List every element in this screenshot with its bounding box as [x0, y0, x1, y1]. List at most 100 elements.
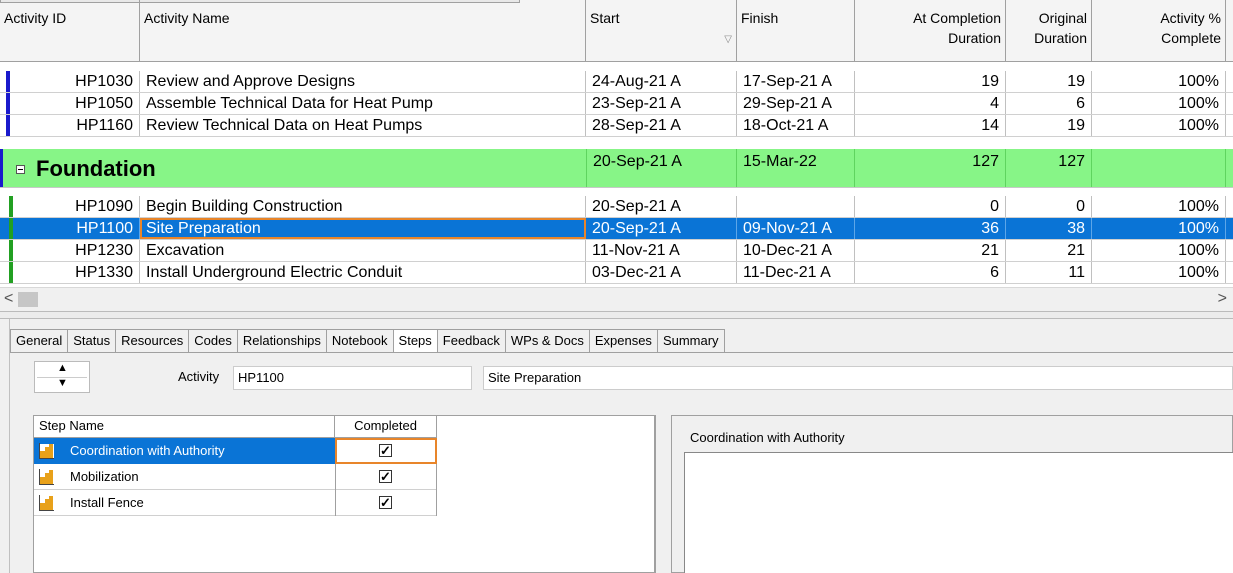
- col-label: Duration: [1034, 30, 1087, 46]
- col-label: Activity ID: [4, 10, 67, 26]
- step-name-cell[interactable]: Mobilization: [34, 464, 335, 490]
- activity-id-cell: HP1160: [14, 115, 140, 136]
- table-row[interactable]: HP1090 Begin Building Construction 20-Se…: [0, 196, 1233, 218]
- at-completion-cell: 4: [855, 93, 1006, 114]
- tab-divider: [10, 352, 1233, 353]
- completed-checkbox[interactable]: ✓: [379, 496, 392, 509]
- horizontal-scrollbar[interactable]: < >: [0, 287, 1233, 311]
- completed-cell[interactable]: ✓: [335, 438, 437, 464]
- tab-summary[interactable]: Summary: [657, 329, 725, 353]
- col-header-activity-name[interactable]: Activity Name: [140, 0, 586, 62]
- tab-wps-docs[interactable]: WPs & Docs: [505, 329, 590, 353]
- start-cell: 24-Aug-21 A: [586, 71, 737, 92]
- finish-cell: 29-Sep-21 A: [737, 93, 855, 114]
- pane-splitter[interactable]: [0, 311, 1233, 319]
- step-notes-editor[interactable]: [684, 452, 1233, 573]
- scroll-left-icon[interactable]: <: [4, 290, 13, 308]
- col-header-finish[interactable]: Finish: [737, 0, 855, 62]
- step-name: Mobilization: [70, 469, 139, 484]
- step-row[interactable]: Mobilization ✓: [34, 464, 437, 490]
- col-header-at-completion-duration[interactable]: At Completion Duration: [855, 0, 1006, 62]
- wbs-bar: [9, 240, 13, 261]
- scroll-thumb[interactable]: [18, 292, 38, 307]
- completed-checkbox[interactable]: ✓: [379, 444, 392, 457]
- table-row[interactable]: HP1230 Excavation 11-Nov-21 A 10-Dec-21 …: [0, 240, 1233, 262]
- step-name-cell[interactable]: Install Fence: [34, 490, 335, 516]
- details-tabs: General Status Resources Codes Relations…: [10, 329, 725, 353]
- pct-complete-cell: [1092, 149, 1226, 187]
- col-label: Activity Name: [144, 10, 230, 26]
- finish-cell: 10-Dec-21 A: [737, 240, 855, 261]
- tab-general[interactable]: General: [10, 329, 69, 353]
- scroll-right-icon[interactable]: >: [1218, 290, 1227, 308]
- tab-status[interactable]: Status: [68, 329, 117, 353]
- activity-name-cell: Excavation: [140, 240, 586, 261]
- activity-name-cell: Begin Building Construction: [140, 196, 586, 217]
- tab-codes[interactable]: Codes: [189, 329, 238, 353]
- wbs-bar: [6, 71, 10, 92]
- tab-relationships[interactable]: Relationships: [237, 329, 327, 353]
- at-completion-cell: 14: [855, 115, 1006, 136]
- activity-id-cell: HP1100: [14, 218, 140, 239]
- col-header-step-name[interactable]: Step Name: [34, 416, 335, 438]
- activity-id-field[interactable]: HP1100: [233, 366, 472, 390]
- activity-id-cell: HP1090: [14, 196, 140, 217]
- table-row[interactable]: HP1050 Assemble Technical Data for Heat …: [0, 93, 1233, 115]
- start-cell: 20-Sep-21 A: [586, 149, 737, 187]
- left-edge: [0, 319, 10, 573]
- step-row-selected[interactable]: Coordination with Authority ✓: [34, 438, 437, 464]
- col-label: Finish: [741, 10, 779, 26]
- step-row[interactable]: Install Fence ✓: [34, 490, 437, 516]
- activity-details-panel: General Status Resources Codes Relations…: [0, 319, 1233, 573]
- table-row[interactable]: HP1330 Install Underground Electric Cond…: [0, 262, 1233, 284]
- tab-resources[interactable]: Resources: [116, 329, 190, 353]
- col-header-activity-id[interactable]: Activity ID: [0, 0, 140, 62]
- tab-steps[interactable]: Steps: [393, 329, 438, 353]
- steps-grid-header: Step Name Completed: [34, 416, 437, 438]
- original-duration-cell: 19: [1006, 115, 1092, 136]
- activity-name-field[interactable]: Site Preparation: [483, 366, 1233, 390]
- pct-complete-cell: 100%: [1092, 93, 1226, 114]
- next-activity-icon[interactable]: ▼: [57, 377, 68, 389]
- completed-checkbox[interactable]: ✓: [379, 470, 392, 483]
- original-duration-cell: 11: [1006, 262, 1092, 283]
- previous-activity-icon[interactable]: ▲: [57, 362, 68, 374]
- original-duration-cell: 6: [1006, 93, 1092, 114]
- col-label: Activity %: [1160, 10, 1221, 26]
- completed-cell[interactable]: ✓: [335, 490, 437, 516]
- table-row[interactable]: HP1160 Review Technical Data on Heat Pum…: [0, 115, 1233, 137]
- pct-complete-cell: 100%: [1092, 240, 1226, 261]
- step-name: Coordination with Authority: [70, 443, 225, 458]
- wbs-group-row[interactable]: Foundation 20-Sep-21 A 15-Mar-22 127 127: [0, 149, 1233, 188]
- wbs-bar: [6, 115, 10, 136]
- col-header-completed[interactable]: Completed: [335, 416, 437, 438]
- original-duration-cell: 0: [1006, 196, 1092, 217]
- col-header-start[interactable]: Start ▽: [586, 0, 737, 62]
- activity-label: Activity: [178, 369, 220, 384]
- col-label: Start: [590, 10, 620, 26]
- at-completion-cell: 19: [855, 71, 1006, 92]
- table-row[interactable]: HP1030 Review and Approve Designs 24-Aug…: [0, 71, 1233, 93]
- step-notes-panel: Coordination with Authority: [671, 415, 1233, 573]
- at-completion-cell: 0: [855, 196, 1006, 217]
- tab-notebook[interactable]: Notebook: [326, 329, 394, 353]
- tab-expenses[interactable]: Expenses: [589, 329, 658, 353]
- step-name-cell[interactable]: Coordination with Authority: [34, 438, 335, 464]
- completed-cell[interactable]: ✓: [335, 464, 437, 490]
- wbs-bar: [9, 196, 13, 217]
- wbs-bar: [0, 149, 3, 187]
- step-notes-title: Coordination with Authority: [690, 430, 845, 445]
- wbs-bar: [9, 262, 13, 283]
- step-icon: [39, 443, 54, 459]
- col-header-activity-pct-complete[interactable]: Activity % Complete: [1092, 0, 1226, 62]
- start-cell: 20-Sep-21 A: [586, 218, 737, 239]
- col-header-original-duration[interactable]: Original Duration: [1006, 0, 1092, 62]
- filter-icon: ▽: [724, 34, 732, 45]
- start-cell: 20-Sep-21 A: [586, 196, 737, 217]
- activity-name-cell[interactable]: Site Preparation: [140, 218, 586, 239]
- tab-feedback[interactable]: Feedback: [437, 329, 506, 353]
- activity-id-cell: HP1230: [14, 240, 140, 261]
- step-icon: [39, 495, 54, 511]
- table-row-selected[interactable]: HP1100 Site Preparation 20-Sep-21 A 09-N…: [0, 218, 1233, 240]
- step-icon: [39, 469, 54, 485]
